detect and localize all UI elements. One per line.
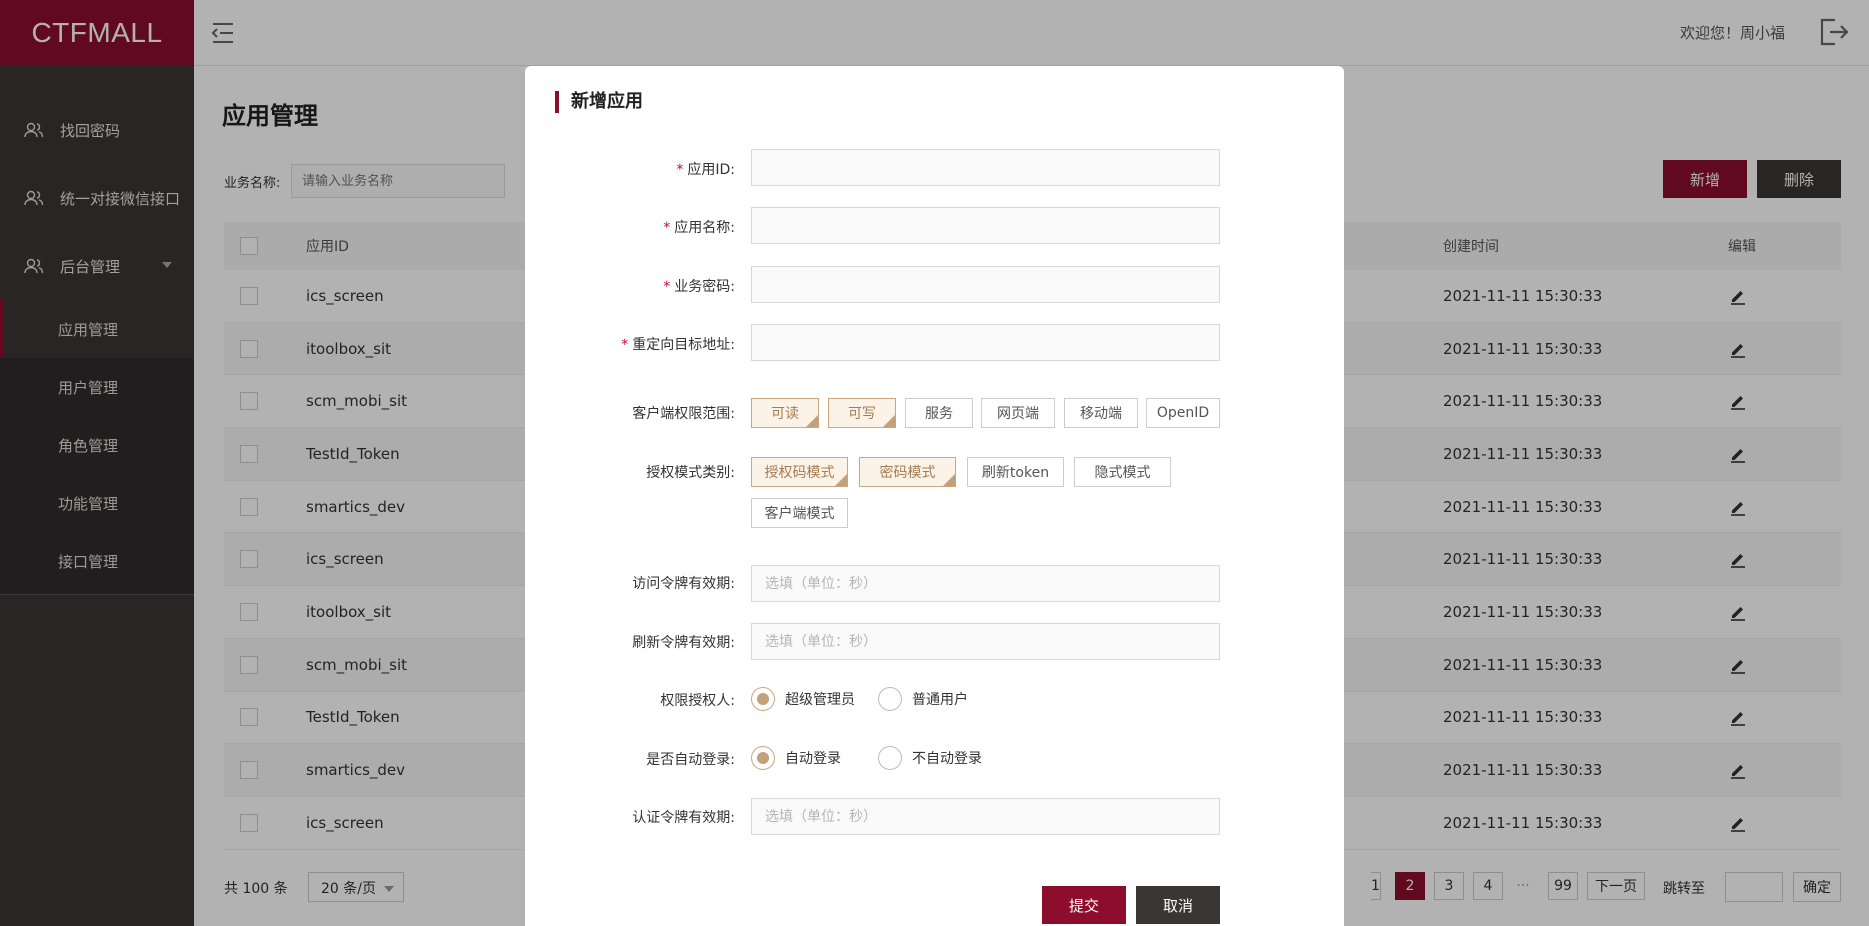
auth-token-validity-label: 认证令牌有效期: (632, 810, 735, 826)
label-text: 业务密码: (674, 279, 735, 295)
label-text: 重定向目标地址: (632, 337, 735, 353)
scope-option-web[interactable]: 网页端 (981, 398, 1055, 428)
dialog-title: 新增应用 (555, 91, 643, 113)
radio-dot (878, 746, 902, 770)
business-secret-label: * 业务密码: (663, 276, 735, 296)
grantor-radio-normal-user[interactable]: 普通用户 (878, 687, 968, 711)
grant-option-implicit[interactable]: 隐式模式 (1074, 457, 1171, 487)
radio-label: 普通用户 (912, 692, 968, 708)
radio-dot (751, 746, 775, 770)
access-token-validity-input[interactable] (751, 565, 1220, 602)
scope-option-mobile[interactable]: 移动端 (1064, 398, 1138, 428)
auto-login-label: 是否自动登录: (646, 752, 735, 768)
grantor-radio-super-admin[interactable]: 超级管理员 (751, 687, 855, 711)
scope-option-read[interactable]: 可读 (751, 398, 819, 428)
client-scope-label: 客户端权限范围: (632, 406, 735, 422)
add-app-dialog: 新增应用 * 应用ID: * 应用名称: * 业务密码: * 重定向目标地址: 客户端权… (525, 66, 1344, 926)
required-mark: * (663, 279, 671, 295)
grant-option-auth-code[interactable]: 授权码模式 (751, 457, 848, 487)
grant-type-label: 授权模式类别: (646, 465, 735, 481)
radio-dot (878, 687, 902, 711)
app-id-input[interactable] (751, 149, 1220, 186)
radio-label: 超级管理员 (785, 692, 855, 708)
access-token-validity-label: 访问令牌有效期: (632, 576, 735, 592)
label-text: 应用名称: (674, 220, 735, 236)
refresh-token-validity-input[interactable] (751, 623, 1220, 660)
radio-dot (751, 687, 775, 711)
redirect-url-label: * 重定向目标地址: (621, 334, 735, 354)
redirect-url-input[interactable] (751, 324, 1220, 361)
auto-login-radio-no[interactable]: 不自动登录 (878, 746, 982, 770)
grantor-label: 权限授权人: (660, 693, 735, 709)
cancel-button[interactable]: 取消 (1136, 886, 1220, 924)
grant-option-refresh-token[interactable]: 刷新token (967, 457, 1064, 487)
app-name-label: * 应用名称: (663, 217, 735, 237)
grant-option-password[interactable]: 密码模式 (859, 457, 956, 487)
business-secret-input[interactable] (751, 266, 1220, 303)
scope-option-openid[interactable]: OpenID (1146, 398, 1220, 428)
app-id-label: * 应用ID: (676, 159, 735, 179)
required-mark: * (663, 220, 671, 236)
label-text: 应用ID: (687, 162, 735, 178)
radio-label: 自动登录 (785, 751, 841, 767)
required-mark: * (676, 162, 684, 178)
refresh-token-validity-label: 刷新令牌有效期: (632, 635, 735, 651)
app-name-input[interactable] (751, 207, 1220, 244)
submit-button[interactable]: 提交 (1042, 886, 1126, 924)
grant-option-client[interactable]: 客户端模式 (751, 498, 848, 528)
radio-label: 不自动登录 (912, 751, 982, 767)
scope-option-write[interactable]: 可写 (828, 398, 896, 428)
auto-login-radio-yes[interactable]: 自动登录 (751, 746, 841, 770)
auth-token-validity-input[interactable] (751, 798, 1220, 835)
required-mark: * (621, 337, 629, 353)
scope-option-service[interactable]: 服务 (905, 398, 973, 428)
